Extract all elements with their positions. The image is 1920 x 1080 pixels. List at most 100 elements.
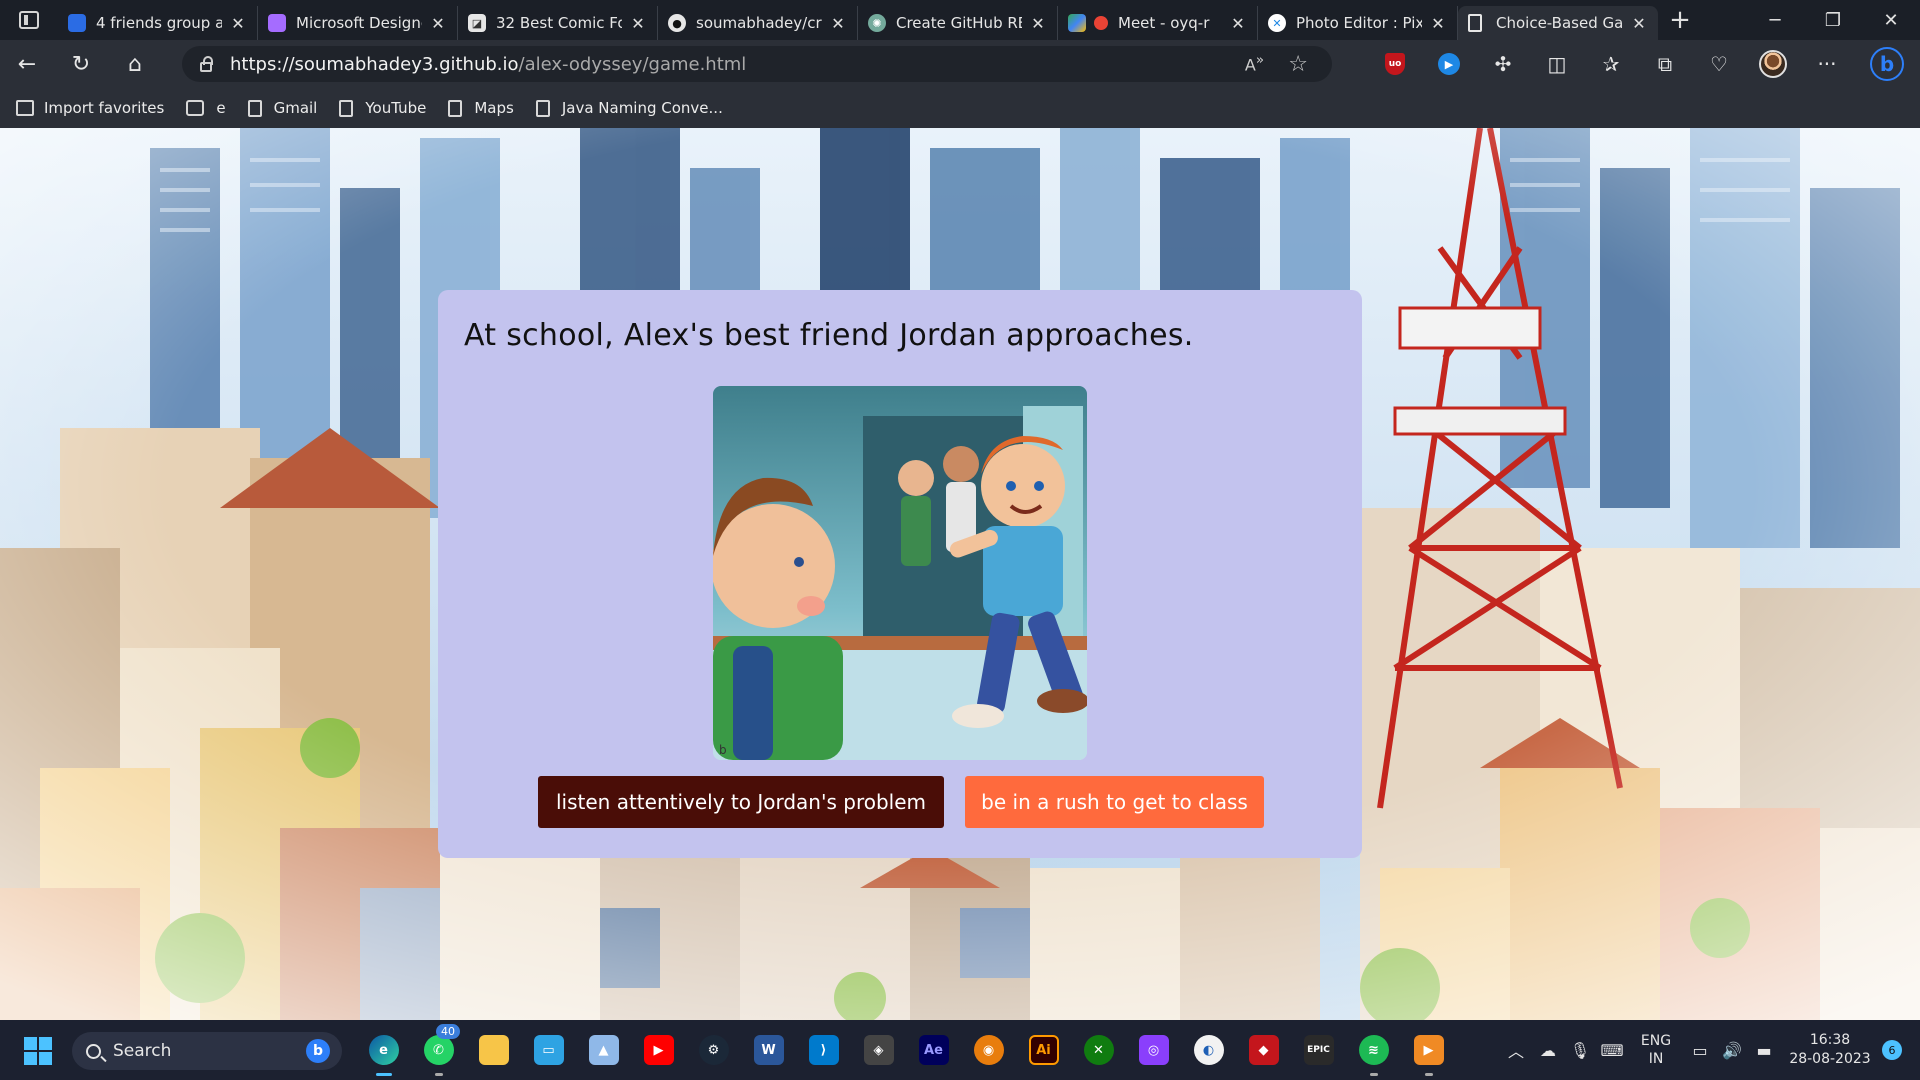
media-player-app[interactable]: ▶ bbox=[1401, 1030, 1456, 1076]
close-window-button[interactable]: ✕ bbox=[1862, 0, 1920, 40]
tab-actions-button[interactable] bbox=[0, 0, 58, 40]
favorite-import[interactable]: Import favorites bbox=[16, 99, 164, 117]
browser-toolbar: ← ↻ ⌂ https://soumabhadey3.github.io/ale… bbox=[0, 40, 1920, 88]
ublock-extension[interactable]: uo bbox=[1368, 40, 1422, 88]
system-tray: ︿ ☁ 🎙 ⌨ ENG IN ▭ 🔊 ▬ 16:38 28-08-2023 6 bbox=[1500, 1020, 1920, 1080]
collections-icon: ⧉ bbox=[1657, 52, 1673, 76]
after-effects-app[interactable]: Ae bbox=[906, 1030, 961, 1070]
steam-app[interactable]: ⚙ bbox=[686, 1030, 741, 1070]
close-tab-icon[interactable]: ✕ bbox=[1229, 14, 1247, 33]
whatsapp-app[interactable]: ✆ 40 bbox=[411, 1024, 466, 1076]
browser-tab[interactable]: ✕ Photo Editor : Pix ✕ bbox=[1258, 6, 1458, 40]
browser-tab[interactable]: ✺ Create GitHub RE ✕ bbox=[858, 6, 1058, 40]
photos-app[interactable]: ▲ bbox=[576, 1030, 631, 1070]
tab-label: 32 Best Comic Fo bbox=[496, 14, 622, 32]
favorite-label: Maps bbox=[474, 99, 514, 117]
network-icon[interactable]: ▭ bbox=[1684, 1041, 1716, 1060]
word-app[interactable]: W bbox=[741, 1030, 796, 1070]
xbox-app[interactable]: ✕ bbox=[1071, 1030, 1126, 1070]
photos-icon: ▲ bbox=[588, 1035, 619, 1065]
epic-games-app[interactable]: EPIC bbox=[1291, 1030, 1346, 1070]
tray-overflow-chevron-icon[interactable]: ︿ bbox=[1500, 1038, 1532, 1062]
running-indicator bbox=[375, 1073, 392, 1076]
tab-label: Photo Editor : Pix bbox=[1296, 14, 1422, 32]
running-indicator bbox=[1369, 1073, 1378, 1076]
page-icon bbox=[247, 99, 262, 117]
favorite-youtube[interactable]: YouTube bbox=[339, 99, 426, 117]
after-effects-icon: Ae bbox=[918, 1035, 949, 1065]
favorite-java-naming[interactable]: Java Naming Conve... bbox=[535, 99, 723, 117]
start-button[interactable] bbox=[24, 1037, 52, 1065]
keyboard-icon[interactable]: ⌨ bbox=[1596, 1041, 1628, 1060]
page-viewport: At school, Alex's best friend Jordan app… bbox=[0, 128, 1920, 1020]
read-aloud-icon[interactable]: A» bbox=[1245, 53, 1264, 74]
choice-listen-button[interactable]: listen attentively to Jordan's problem bbox=[538, 776, 944, 828]
media-extension[interactable]: ▶ bbox=[1422, 40, 1476, 88]
edge-icon: e bbox=[368, 1035, 399, 1065]
file-explorer-app[interactable] bbox=[466, 1030, 521, 1070]
collections-button[interactable]: ⧉ bbox=[1638, 40, 1692, 88]
favorite-star-icon[interactable]: ☆ bbox=[1288, 52, 1308, 77]
favorite-label: YouTube bbox=[365, 99, 427, 117]
settings-menu-button[interactable]: ··· bbox=[1800, 40, 1854, 88]
close-tab-icon[interactable]: ✕ bbox=[229, 14, 247, 33]
illustrator-app[interactable]: Ai bbox=[1016, 1030, 1071, 1070]
close-tab-icon[interactable]: ✕ bbox=[429, 14, 447, 33]
home-button[interactable]: ⌂ bbox=[108, 40, 162, 88]
split-screen-button[interactable]: ◫ bbox=[1530, 40, 1584, 88]
windows-logo-pane bbox=[39, 1052, 52, 1065]
restore-button[interactable]: ❐ bbox=[1804, 0, 1862, 40]
desktop-app[interactable]: ▭ bbox=[521, 1030, 576, 1070]
favorite-gmail[interactable]: Gmail bbox=[247, 99, 317, 117]
language-code: ENG bbox=[1640, 1033, 1672, 1049]
volume-icon[interactable]: 🔊 bbox=[1716, 1041, 1748, 1060]
meet-icon bbox=[1068, 14, 1086, 32]
browser-tab[interactable]: Meet - oyq-r ✕ bbox=[1058, 6, 1258, 40]
game-app[interactable]: ◆ bbox=[1236, 1030, 1291, 1070]
spotify-app[interactable]: ≋ bbox=[1346, 1030, 1401, 1076]
screen-app[interactable]: ◎ bbox=[1126, 1030, 1181, 1070]
copilot-button[interactable]: b bbox=[1854, 40, 1920, 88]
unity-app[interactable]: ◈ bbox=[851, 1030, 906, 1070]
vscode-app[interactable]: ⟩ bbox=[796, 1030, 851, 1070]
notification-badge[interactable]: 6 bbox=[1882, 1040, 1902, 1060]
youtube-app[interactable]: ▶ bbox=[631, 1030, 686, 1070]
browser-essentials-button[interactable]: ♡ bbox=[1692, 40, 1746, 88]
edge-app[interactable]: e bbox=[356, 1030, 411, 1076]
new-tab-button[interactable]: + bbox=[1658, 0, 1702, 40]
import-icon bbox=[16, 100, 34, 116]
taskbar-search[interactable]: Search b bbox=[72, 1032, 342, 1070]
microphone-icon[interactable]: 🎙 bbox=[1564, 1041, 1596, 1060]
battery-icon[interactable]: ▬ bbox=[1748, 1041, 1780, 1060]
lock-icon[interactable] bbox=[200, 56, 213, 72]
close-tab-icon[interactable]: ✕ bbox=[1429, 14, 1447, 33]
more-icon: ··· bbox=[1817, 52, 1837, 76]
blender-app[interactable]: ◉ bbox=[961, 1030, 1016, 1070]
favorites-button[interactable]: ✰ bbox=[1584, 40, 1638, 88]
browser-tab-active[interactable]: Choice-Based Gar ✕ bbox=[1458, 6, 1658, 40]
language-indicator[interactable]: ENG IN bbox=[1628, 1032, 1684, 1068]
browser-tab[interactable]: ◪ 32 Best Comic Fo ✕ bbox=[458, 6, 658, 40]
region-code: IN bbox=[1648, 1051, 1664, 1067]
choice-rush-button[interactable]: be in a rush to get to class bbox=[965, 776, 1264, 828]
close-tab-icon[interactable]: ✕ bbox=[629, 14, 647, 33]
svg-text:b: b bbox=[719, 743, 727, 757]
close-tab-icon[interactable]: ✕ bbox=[1029, 14, 1047, 33]
circle-app[interactable]: ◐ bbox=[1181, 1030, 1236, 1070]
onedrive-icon[interactable]: ☁ bbox=[1532, 1041, 1564, 1060]
address-bar[interactable]: https://soumabhadey3.github.io/alex-odys… bbox=[182, 46, 1332, 82]
close-tab-icon[interactable]: ✕ bbox=[1630, 14, 1648, 33]
browser-tab[interactable]: Microsoft Designer ✕ bbox=[258, 6, 458, 40]
profile-button[interactable] bbox=[1746, 40, 1800, 88]
favorite-e[interactable]: e bbox=[186, 99, 226, 117]
browser-tab[interactable]: ● soumabhadey/cr ✕ bbox=[658, 6, 858, 40]
minimize-button[interactable]: ─ bbox=[1746, 0, 1804, 40]
refresh-button[interactable]: ↻ bbox=[54, 40, 108, 88]
back-button[interactable]: ← bbox=[0, 40, 54, 88]
browser-tab[interactable]: 4 friends group al ✕ bbox=[58, 6, 258, 40]
clock[interactable]: 16:38 28-08-2023 bbox=[1780, 1031, 1880, 1069]
tab-bar: 4 friends group al ✕ Microsoft Designer … bbox=[0, 0, 1920, 40]
extensions-button[interactable]: ✣ bbox=[1476, 40, 1530, 88]
favorite-maps[interactable]: Maps bbox=[448, 99, 514, 117]
close-tab-icon[interactable]: ✕ bbox=[829, 14, 847, 33]
